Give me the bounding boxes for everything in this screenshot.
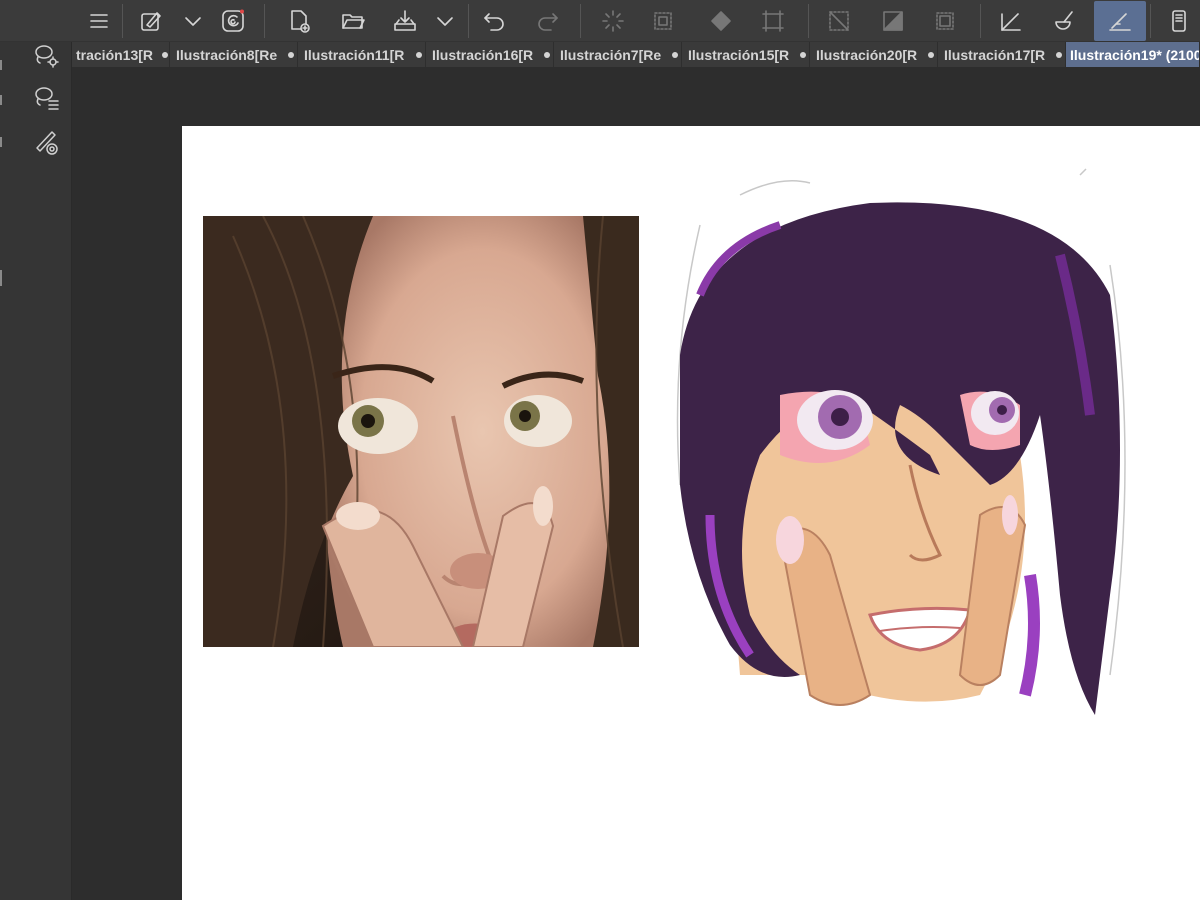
modified-dot-icon <box>162 51 168 58</box>
select-area-icon[interactable] <box>646 4 680 38</box>
open-folder-icon[interactable] <box>336 4 370 38</box>
tab-label: Ilustración8[Re <box>176 46 278 63</box>
selection-border-icon[interactable] <box>928 4 962 38</box>
modified-dot-icon <box>544 51 550 58</box>
toolbar-divider <box>468 4 469 38</box>
modified-dot-icon <box>288 51 294 58</box>
tab-label: tración13[R <box>76 46 154 63</box>
anime-face-drawing <box>640 155 1160 755</box>
special-ruler-snap-icon[interactable] <box>1094 1 1146 41</box>
panel-tick <box>0 137 2 147</box>
save-icon[interactable] <box>388 4 422 38</box>
tab-ilustracion7[interactable]: Ilustración7[Re <box>556 42 682 67</box>
tab-label: Ilustración20[R <box>816 46 918 63</box>
menu-icon[interactable] <box>82 4 116 38</box>
clip-studio-logo-icon[interactable] <box>216 4 250 38</box>
tab-ilustracion11[interactable]: Ilustración11[R <box>300 42 426 67</box>
reference-photo <box>203 216 639 647</box>
fill-bucket-icon[interactable] <box>704 4 738 38</box>
modified-dot-icon <box>672 51 678 58</box>
panel-tick <box>0 270 2 286</box>
tab-label: Ilustración11[R <box>304 46 405 63</box>
tab-label: Ilustración16[R <box>432 46 534 63</box>
new-file-icon[interactable] <box>282 4 316 38</box>
toolbar-divider <box>264 4 265 38</box>
panel-tick <box>0 95 2 105</box>
deselect-icon[interactable] <box>822 4 856 38</box>
left-tool-panel: > « > <box>0 0 72 900</box>
document-tab-bar: tración13[R Ilustración8[Re Ilustración1… <box>72 42 1200 67</box>
tab-label: Ilustración7[Re <box>560 46 662 63</box>
tab-ilustracion13[interactable]: tración13[R <box>72 42 170 67</box>
panel-tick <box>0 60 2 70</box>
redo-icon[interactable] <box>530 4 564 38</box>
invert-selection-icon[interactable] <box>876 4 910 38</box>
modified-dot-icon <box>1056 51 1062 58</box>
toolbar-divider <box>1150 4 1151 38</box>
tab-ilustracion8[interactable]: Ilustración8[Re <box>172 42 298 67</box>
smartphone-icon[interactable] <box>1162 4 1196 38</box>
modified-dot-icon <box>928 51 934 58</box>
ruler-snap-icon[interactable] <box>994 4 1028 38</box>
tab-ilustracion17[interactable]: Ilustración17[R <box>940 42 1066 67</box>
modified-dot-icon <box>800 51 806 58</box>
tab-ilustracion19-active[interactable]: Ilustración19* (2100 <box>1066 42 1200 67</box>
transform-icon[interactable] <box>756 4 790 38</box>
tab-label: Ilustración17[R <box>944 46 1046 63</box>
pen-target-tool-icon[interactable] <box>30 126 62 158</box>
tab-label: Ilustración15[R <box>688 46 790 63</box>
tab-label: Ilustración19* (2100 <box>1070 46 1199 63</box>
brush-snap-icon[interactable] <box>1046 4 1080 38</box>
command-bar <box>0 0 1200 42</box>
chevron-down-icon[interactable] <box>176 4 210 38</box>
loading-spinner-icon[interactable] <box>596 4 630 38</box>
toolbar-divider <box>580 4 581 38</box>
chevron-down-icon[interactable] <box>428 4 462 38</box>
toolbar-divider <box>122 4 123 38</box>
modified-dot-icon <box>416 51 422 58</box>
undo-icon[interactable] <box>478 4 512 38</box>
tab-ilustracion20[interactable]: Ilustración20[R <box>812 42 938 67</box>
clip-studio-window: > « > <box>0 0 1200 900</box>
toolbar-divider <box>808 4 809 38</box>
edit-canvas-icon[interactable] <box>134 4 168 38</box>
toolbar-divider <box>980 4 981 38</box>
lasso-list-tool-icon[interactable] <box>30 82 62 114</box>
tab-ilustracion15[interactable]: Ilustración15[R <box>684 42 810 67</box>
tab-ilustracion16[interactable]: Ilustración16[R <box>428 42 554 67</box>
lasso-settings-tool-icon[interactable] <box>30 40 62 72</box>
